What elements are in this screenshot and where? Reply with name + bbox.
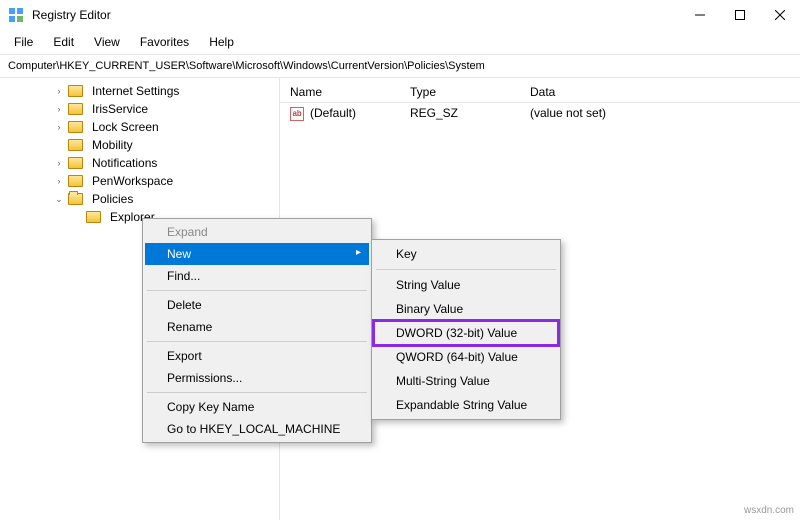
value-data: (value not set) [530, 106, 800, 121]
sub-dword[interactable]: DWORD (32-bit) Value [374, 321, 558, 345]
tree-item[interactable]: › Lock Screen [0, 118, 279, 136]
chevron-icon[interactable]: › [52, 174, 66, 188]
ctx-separator [147, 290, 367, 291]
list-header: Name Type Data [280, 82, 800, 103]
folder-icon [68, 103, 83, 115]
address-bar[interactable]: Computer\HKEY_CURRENT_USER\Software\Micr… [0, 55, 800, 78]
sub-string[interactable]: String Value [374, 273, 558, 297]
titlebar: Registry Editor [0, 0, 800, 30]
tree-item[interactable]: Mobility [0, 136, 279, 154]
folder-icon [68, 175, 83, 187]
folder-icon [68, 121, 83, 133]
tree-item[interactable]: › PenWorkspace [0, 172, 279, 190]
window-buttons [680, 0, 800, 30]
folder-icon [68, 193, 83, 205]
ctx-copykeyname[interactable]: Copy Key Name [145, 396, 369, 418]
tree-label: Notifications [89, 155, 160, 171]
ctx-export[interactable]: Export [145, 345, 369, 367]
chevron-icon[interactable]: › [52, 120, 66, 134]
col-type[interactable]: Type [410, 85, 530, 99]
minimize-button[interactable] [680, 0, 720, 30]
submenu-new: Key String Value Binary Value DWORD (32-… [371, 239, 561, 420]
ctx-separator [376, 269, 556, 270]
chevron-icon[interactable]: › [52, 156, 66, 170]
chevron-icon[interactable]: › [52, 84, 66, 98]
chevron-icon[interactable]: ⌄ [52, 192, 66, 206]
folder-icon [68, 157, 83, 169]
window-title: Registry Editor [32, 8, 680, 22]
menubar: File Edit View Favorites Help [0, 30, 800, 55]
ctx-permissions[interactable]: Permissions... [145, 367, 369, 389]
sub-expandable[interactable]: Expandable String Value [374, 393, 558, 417]
col-data[interactable]: Data [530, 85, 800, 99]
ctx-find[interactable]: Find... [145, 265, 369, 287]
tree-root: › Internet Settings › IrisService › Lock Scre… [0, 82, 279, 226]
sub-qword[interactable]: QWORD (64-bit) Value [374, 345, 558, 369]
folder-icon [68, 85, 83, 97]
col-name[interactable]: Name [280, 85, 410, 99]
menu-edit[interactable]: Edit [43, 32, 84, 52]
maximize-button[interactable] [720, 0, 760, 30]
tree-label: Lock Screen [89, 119, 162, 135]
menu-favorites[interactable]: Favorites [130, 32, 199, 52]
tree-item[interactable]: ⌄ Policies [0, 190, 279, 208]
ctx-expand[interactable]: Expand [145, 221, 369, 243]
chevron-icon[interactable] [52, 138, 66, 152]
tree-label: Mobility [89, 137, 136, 153]
close-button[interactable] [760, 0, 800, 30]
context-menu: Expand New Find... Delete Rename Export … [142, 218, 372, 443]
list-row[interactable]: ab(Default) REG_SZ (value not set) [280, 103, 800, 124]
ctx-gotohklm[interactable]: Go to HKEY_LOCAL_MACHINE [145, 418, 369, 440]
sub-key[interactable]: Key [374, 242, 558, 266]
ctx-separator [147, 392, 367, 393]
app-icon [8, 7, 24, 23]
tree-label: Policies [89, 191, 136, 207]
ctx-new[interactable]: New [145, 243, 369, 265]
value-type: REG_SZ [410, 106, 530, 121]
watermark: wsxdn.com [744, 505, 794, 516]
ctx-rename[interactable]: Rename [145, 316, 369, 338]
tree-item[interactable]: › Notifications [0, 154, 279, 172]
menu-help[interactable]: Help [199, 32, 244, 52]
string-value-icon: ab [290, 107, 304, 121]
ctx-delete[interactable]: Delete [145, 294, 369, 316]
menu-file[interactable]: File [4, 32, 43, 52]
tree-label: PenWorkspace [89, 173, 176, 189]
chevron-icon[interactable]: › [52, 102, 66, 116]
folder-icon [68, 139, 83, 151]
tree-item[interactable]: › Internet Settings [0, 82, 279, 100]
value-name: ab(Default) [280, 106, 410, 121]
tree-label: IrisService [89, 101, 151, 117]
tree-label: Internet Settings [89, 83, 182, 99]
sub-multistring[interactable]: Multi-String Value [374, 369, 558, 393]
chevron-icon[interactable] [70, 210, 84, 224]
folder-icon [86, 211, 101, 223]
ctx-separator [147, 341, 367, 342]
tree-item[interactable]: › IrisService [0, 100, 279, 118]
menu-view[interactable]: View [84, 32, 130, 52]
sub-binary[interactable]: Binary Value [374, 297, 558, 321]
